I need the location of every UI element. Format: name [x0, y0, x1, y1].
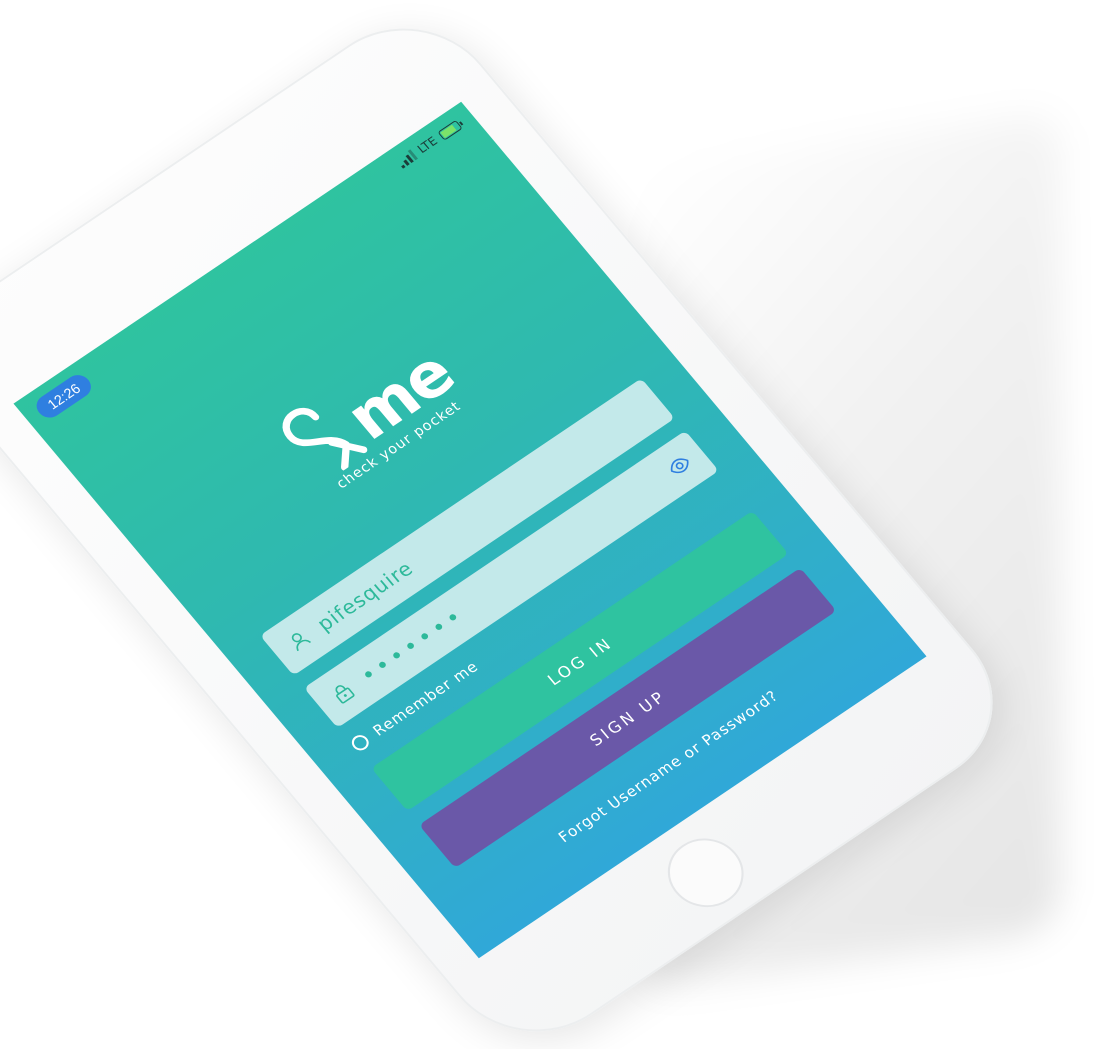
network-label: LTE [414, 134, 441, 156]
mockup-stage: 12:26 LTE me check your pocket pifesquir… [0, 0, 1101, 1049]
battery-charging-icon [437, 119, 463, 141]
remember-me-radio[interactable] [348, 732, 373, 754]
lock-icon [327, 678, 359, 707]
signal-icon [395, 149, 419, 169]
app-logo: me check your pocket [263, 320, 475, 499]
user-icon [283, 626, 315, 655]
